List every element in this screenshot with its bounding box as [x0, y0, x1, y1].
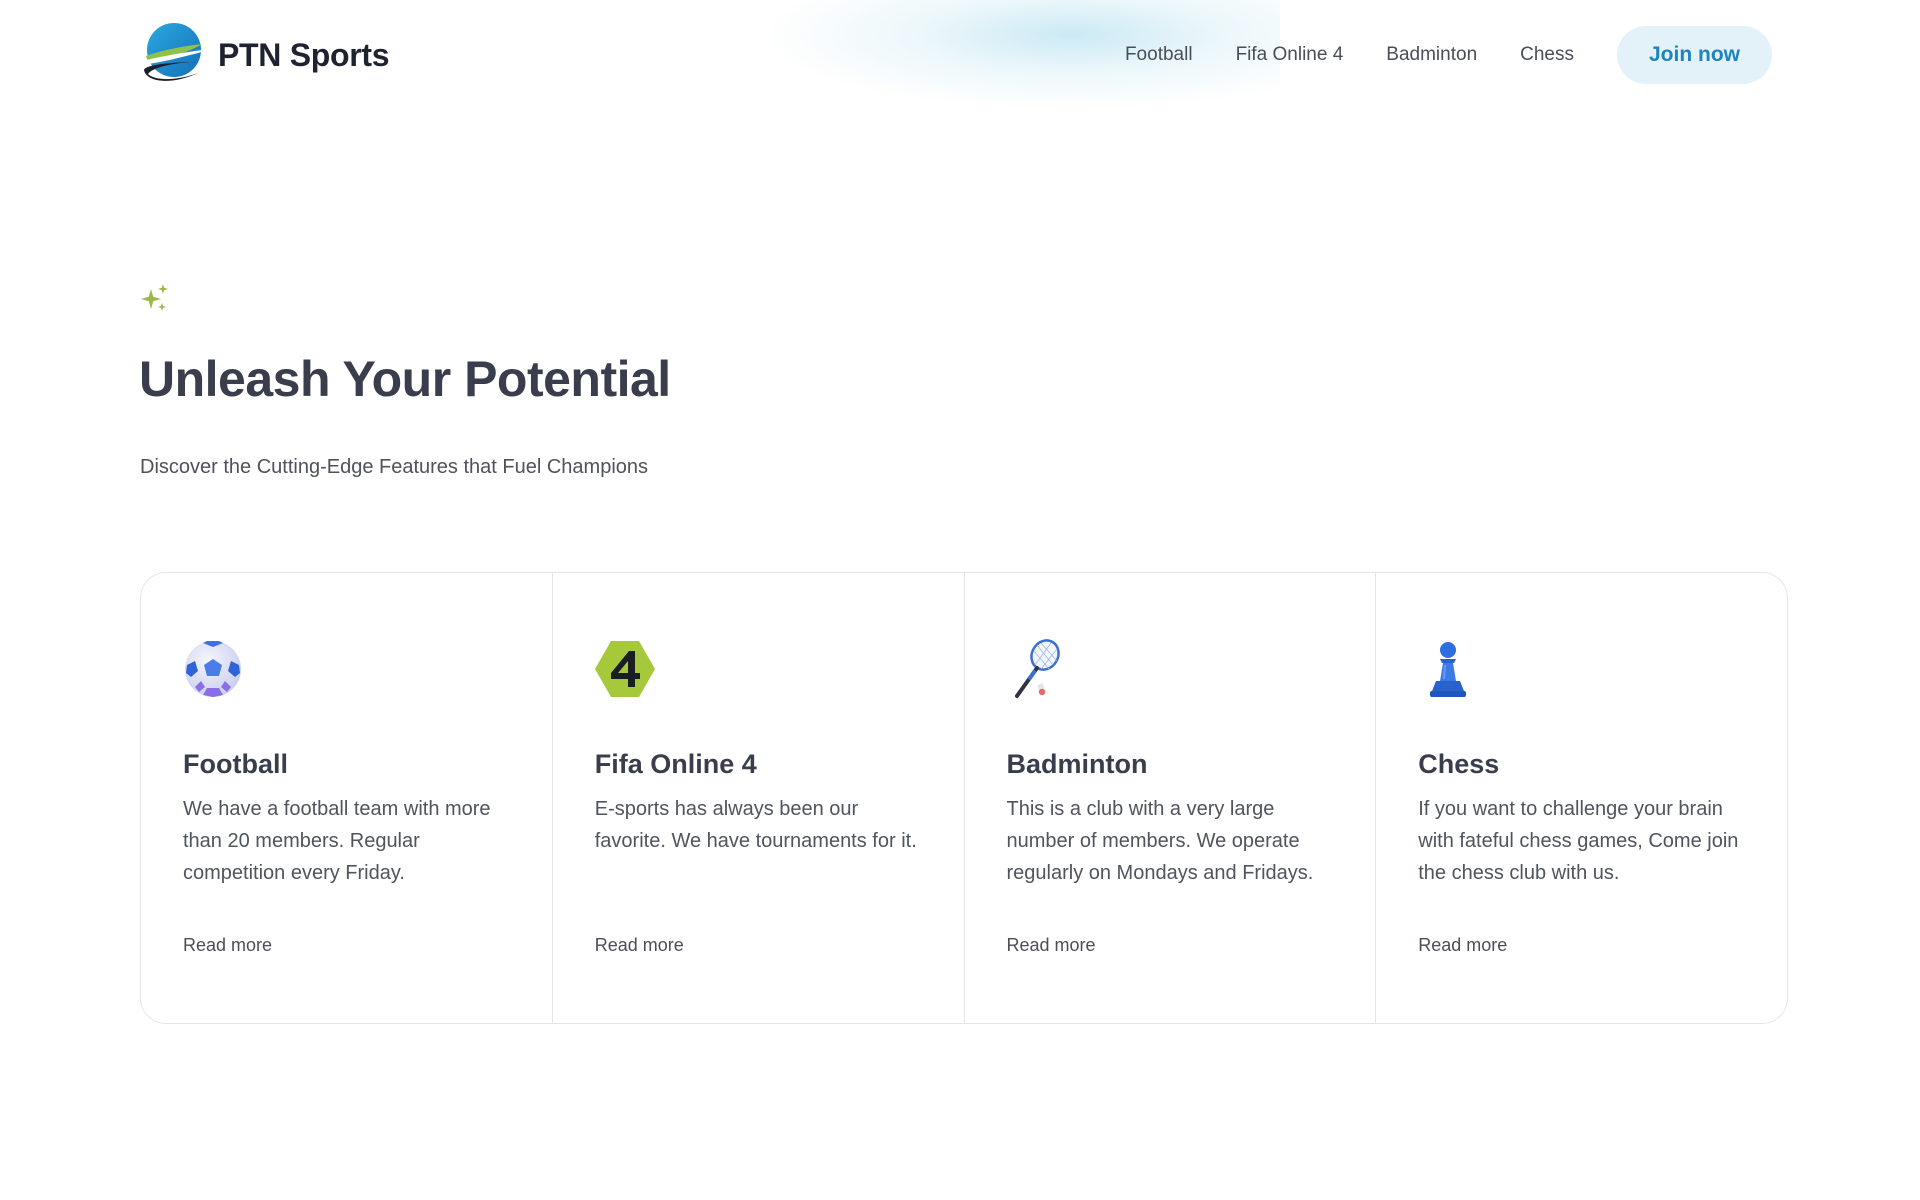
nav-link-chess[interactable]: Chess [1520, 26, 1574, 84]
nav-link-fifa-online-4[interactable]: Fifa Online 4 [1236, 26, 1344, 84]
read-more-link[interactable]: Read more [1418, 935, 1507, 956]
card-badminton: Badminton This is a club with a very lar… [963, 573, 1376, 1023]
site-header: PTN Sports Football Fifa Online 4 Badmin… [0, 0, 1920, 112]
card-description: If you want to challenge your brain with… [1418, 798, 1739, 884]
soccer-ball-icon [185, 641, 241, 697]
chess-pawn-icon [1430, 642, 1467, 697]
main-nav: Football Fifa Online 4 Badminton Chess J… [1082, 26, 1772, 84]
badminton-racket-icon [1014, 639, 1060, 698]
card-title: Fifa Online 4 [594, 749, 757, 779]
read-more-link[interactable]: Read more [1007, 935, 1096, 956]
nav-link-football[interactable]: Football [1125, 26, 1193, 84]
card-title: Chess [1418, 749, 1500, 779]
brand-name: PTN Sports [218, 36, 390, 73]
globe-logo-icon [144, 23, 202, 81]
read-more-link[interactable]: Read more [183, 935, 272, 956]
join-now-button[interactable]: Join now [1617, 26, 1772, 84]
nav-link-badminton[interactable]: Badminton [1386, 26, 1477, 84]
card-description: E-sports has always been our favorite. W… [594, 798, 917, 852]
feature-cards: Football We have a football team with mo… [140, 572, 1788, 1024]
card-title: Badminton [1006, 749, 1148, 779]
card-title: Football [183, 749, 288, 779]
read-more-link[interactable]: Read more [595, 935, 684, 956]
card-description: This is a club with a very large number … [1006, 798, 1314, 884]
fifa-online-4-icon [594, 641, 655, 697]
sparkle-icon [141, 284, 168, 311]
card-football: Football We have a football team with mo… [141, 573, 552, 1023]
card-chess: Chess If you want to challenge your brai… [1375, 573, 1787, 1023]
brand-logo[interactable]: PTN Sports [142, 22, 390, 88]
card-fifa-online-4: Fifa Online 4 E-sports has always been o… [551, 573, 964, 1023]
hero-subtitle: Discover the Cutting-Edge Features that … [140, 456, 649, 478]
card-description: We have a football team with more than 2… [183, 798, 491, 884]
hero-title: Unleash Your Potential [139, 351, 671, 407]
